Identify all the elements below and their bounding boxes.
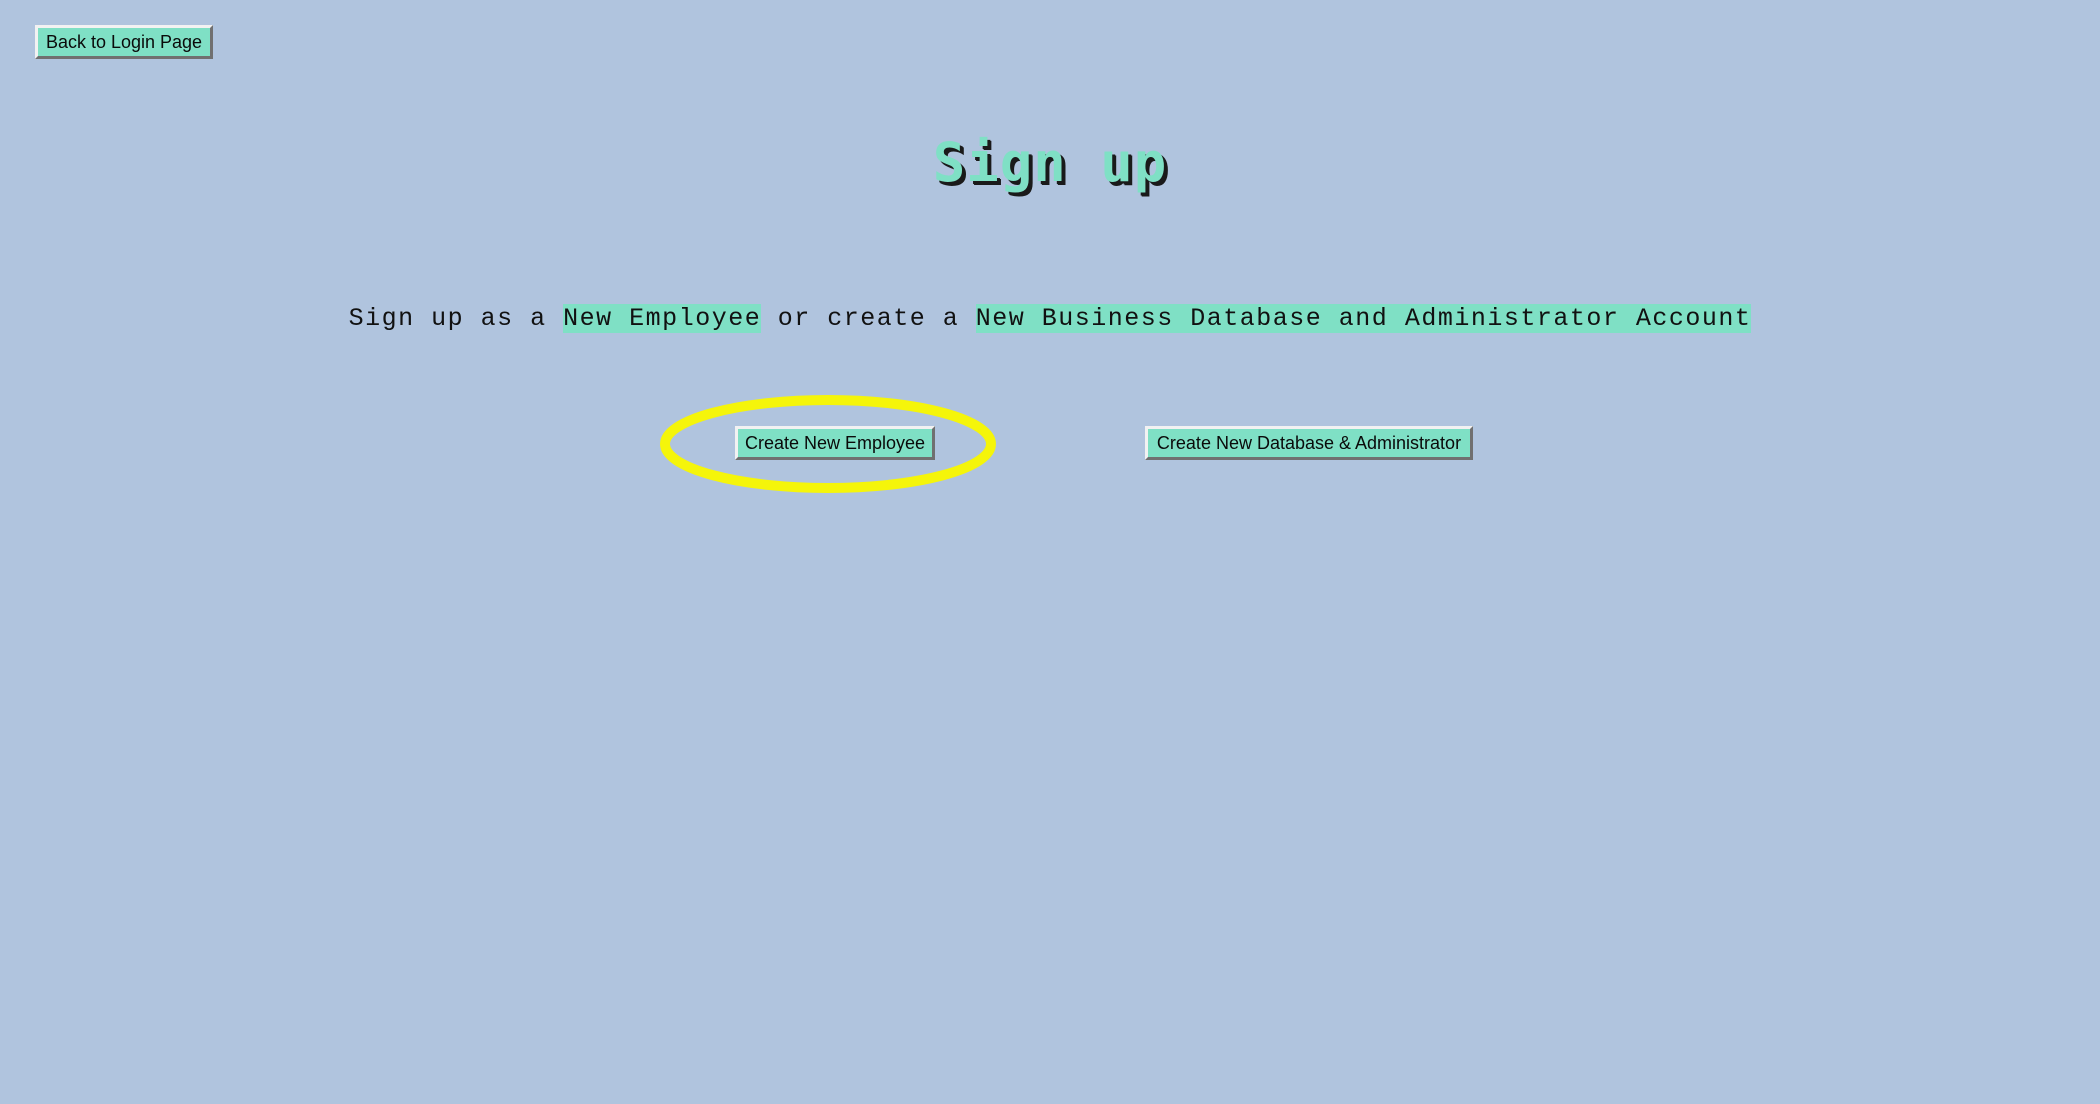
new-employee-highlight: New Employee bbox=[563, 304, 762, 333]
signup-instructions: Sign up as a New Employee or create a Ne… bbox=[0, 300, 2100, 338]
page-title: Sign up bbox=[932, 131, 1168, 194]
back-to-login-button[interactable]: Back to Login Page bbox=[35, 25, 213, 59]
title-container: Sign up bbox=[0, 118, 2100, 208]
create-new-database-administrator-button[interactable]: Create New Database & Administrator bbox=[1145, 426, 1473, 460]
new-business-highlight: New Business Database and Administrator … bbox=[975, 304, 1752, 333]
instructions-text-2: or create a bbox=[761, 304, 976, 333]
create-new-employee-button[interactable]: Create New Employee bbox=[735, 426, 935, 460]
instructions-text-1: Sign up as a bbox=[348, 304, 564, 333]
